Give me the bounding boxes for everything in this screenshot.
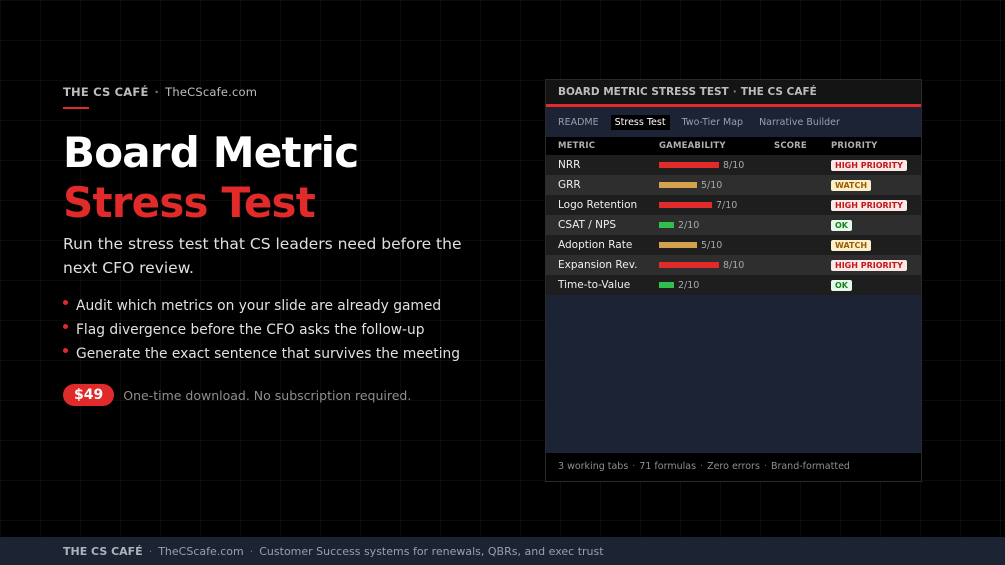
separator: ·: [632, 461, 636, 472]
metric-name: NRR: [558, 159, 581, 171]
panel-title: BOARD METRIC STRESS TEST: [558, 86, 729, 98]
gameability-value: 5/10: [701, 179, 723, 191]
gameability-bar: [659, 282, 674, 288]
feature-item: Audit which metrics on your slide are al…: [63, 294, 460, 318]
stat-errors: Zero errors: [707, 461, 760, 472]
title-line-2: Stress Test: [63, 178, 316, 227]
stat-formulas: 71 formulas: [639, 461, 697, 472]
table-row[interactable]: Logo Retention 7/10 HIGH PRIORITY: [546, 195, 921, 215]
subtitle: Run the stress test that CS leaders need…: [63, 235, 462, 277]
stat-format: Brand-formatted: [770, 461, 850, 472]
separator: ·: [700, 461, 704, 472]
spreadsheet-preview-panel: BOARD METRIC STRESS TEST · THE CS CAFÉ REA…: [545, 79, 922, 482]
gameability-cell: 8/10: [659, 160, 774, 171]
metric-name: Time-to-Value: [558, 279, 631, 291]
priority-cell: HIGH PRIORITY: [831, 199, 921, 211]
priority-badge: WATCH: [831, 240, 872, 251]
gameability-bar: [659, 162, 719, 168]
stat-tabs: 3 working tabs: [558, 461, 629, 472]
footer-tagline: Customer Success systems for renewals, Q…: [259, 545, 604, 558]
panel-header: BOARD METRIC STRESS TEST · THE CS CAFÉ: [546, 80, 921, 107]
panel-brand: THE CS CAFÉ: [740, 86, 817, 98]
gameability-value: 5/10: [701, 239, 723, 251]
column-header-priority: PRIORITY: [831, 141, 878, 151]
table-row[interactable]: Time-to-Value 2/10 OK: [546, 275, 921, 295]
gameability-value: 2/10: [678, 279, 700, 291]
footer-brand: THE CS CAFÉ: [63, 545, 143, 558]
gameability-cell: 5/10: [659, 180, 774, 191]
priority-cell: HIGH PRIORITY: [831, 259, 921, 271]
metric-name: Expansion Rev.: [558, 259, 638, 271]
priority-cell: WATCH: [831, 179, 921, 191]
metric-name: CSAT / NPS: [558, 219, 617, 231]
column-header-metric: METRIC: [558, 141, 596, 151]
metric-name: Adoption Rate: [558, 239, 633, 251]
feature-list: Audit which metrics on your slide are al…: [63, 294, 460, 366]
footer-site[interactable]: TheCScafe.com: [158, 545, 244, 558]
gameability-bar: [659, 242, 697, 248]
price-note: One-time download. No subscription requi…: [123, 387, 412, 403]
priority-badge: WATCH: [831, 180, 872, 191]
panel-footer: 3 working tabs · 71 formulas · Zero errors · B…: [546, 453, 921, 481]
gameability-value: 8/10: [723, 259, 745, 271]
gameability-bar: [659, 262, 719, 268]
brand-site: TheCScafe.com: [165, 85, 258, 99]
gameability-cell: 2/10: [659, 220, 774, 231]
table-row[interactable]: CSAT / NPS 2/10 OK: [546, 215, 921, 235]
gameability-bar: [659, 182, 697, 188]
sheet-tabs: README Stress Test Two-Tier Map Narrativ…: [546, 107, 921, 137]
title-line-1: Board Metric: [63, 128, 359, 177]
table-row[interactable]: NRR 8/10 HIGH PRIORITY: [546, 155, 921, 175]
accent-rule: [63, 107, 89, 109]
tab-readme[interactable]: README: [554, 115, 603, 130]
table-body: NRR 8/10 HIGH PRIORITY GRR 5/10 WATCH Lo…: [546, 155, 921, 295]
metric-name: Logo Retention: [558, 199, 638, 211]
gameability-value: 2/10: [678, 219, 700, 231]
brand-name: THE CS CAFÉ: [63, 85, 149, 99]
column-header-gameability: GAMEABILITY: [659, 141, 726, 151]
gameability-bar: [659, 202, 712, 208]
gameability-value: 8/10: [723, 159, 745, 171]
tab-narrative-builder[interactable]: Narrative Builder: [755, 115, 844, 130]
separator: ·: [732, 86, 737, 98]
tab-stress-test[interactable]: Stress Test: [610, 114, 670, 130]
table-header: METRIC GAMEABILITY SCORE PRIORITY: [546, 137, 921, 155]
page-title: Board Metric Stress Test: [63, 128, 359, 228]
priority-cell: WATCH: [831, 239, 921, 251]
gameability-cell: 2/10: [659, 280, 774, 291]
price-row: $49 One-time download. No subscription r…: [63, 384, 411, 406]
priority-cell: OK: [831, 219, 921, 231]
feature-item: Generate the exact sentence that survive…: [63, 342, 460, 366]
priority-cell: HIGH PRIORITY: [831, 159, 921, 171]
separator: ·: [148, 545, 153, 558]
separator: ·: [763, 461, 767, 472]
gameability-cell: 7/10: [659, 200, 774, 211]
price-badge[interactable]: $49: [63, 384, 115, 406]
tab-two-tier-map[interactable]: Two-Tier Map: [678, 115, 748, 130]
priority-cell: OK: [831, 279, 921, 291]
table-row[interactable]: GRR 5/10 WATCH: [546, 175, 921, 195]
gameability-cell: 5/10: [659, 240, 774, 251]
table-row[interactable]: Expansion Rev. 8/10 HIGH PRIORITY: [546, 255, 921, 275]
gameability-value: 7/10: [716, 199, 738, 211]
gameability-cell: 8/10: [659, 260, 774, 271]
page-footer: THE CS CAFÉ · TheCScafe.com · Customer Succe…: [0, 537, 1005, 565]
separator: ·: [154, 85, 160, 99]
priority-badge: OK: [831, 220, 852, 231]
priority-badge: HIGH PRIORITY: [831, 160, 907, 171]
gameability-bar: [659, 222, 674, 228]
brand-line: THE CS CAFÉ · TheCScafe.com: [63, 85, 257, 99]
table-row[interactable]: Adoption Rate 5/10 WATCH: [546, 235, 921, 255]
priority-badge: OK: [831, 280, 852, 291]
metrics-table: METRIC GAMEABILITY SCORE PRIORITY NRR 8/…: [546, 137, 921, 295]
column-header-score: SCORE: [774, 141, 807, 151]
priority-badge: HIGH PRIORITY: [831, 200, 907, 211]
feature-item: Flag divergence before the CFO asks the …: [63, 318, 460, 342]
priority-badge: HIGH PRIORITY: [831, 260, 907, 271]
separator: ·: [249, 545, 254, 558]
metric-name: GRR: [558, 179, 581, 191]
